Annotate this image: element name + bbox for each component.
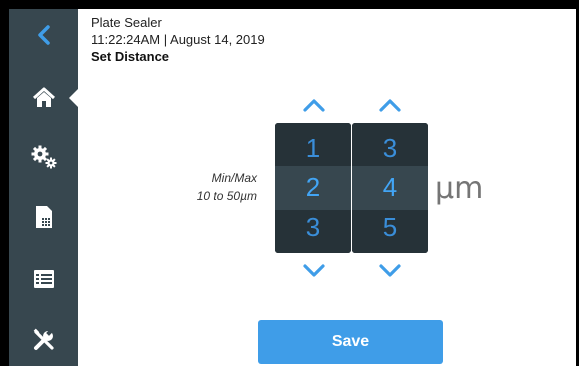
active-indicator (69, 89, 78, 107)
minmax-info: Min/Max 10 to 50µm (149, 169, 257, 205)
page-title: Set Distance (91, 49, 170, 64)
wheel2-current-digit: 4 (352, 166, 428, 210)
chevron-down-icon (379, 264, 401, 277)
chevron-up-icon (303, 99, 325, 112)
wheel2-down-button[interactable] (375, 261, 405, 281)
home-icon (32, 87, 55, 107)
datetime: 11:22:24AM | August 14, 2019 (91, 32, 265, 47)
digit-wheel-2[interactable]: 3 4 5 (352, 123, 428, 253)
sidebar-item-settings[interactable] (9, 135, 78, 179)
digit-wheel-1[interactable]: 1 2 3 (275, 123, 351, 253)
minmax-range: 10 to 50µm (196, 189, 257, 203)
wheel2-next-digit: 5 (352, 209, 428, 253)
sidebar-item-list[interactable] (9, 257, 78, 301)
sidebar-item-plate[interactable] (9, 195, 78, 239)
device-name: Plate Sealer (91, 15, 162, 30)
save-button[interactable]: Save (258, 320, 443, 364)
wheel2-up-button[interactable] (375, 95, 405, 115)
chevron-down-icon (303, 264, 325, 277)
wheel2-prev-digit: 3 (352, 123, 428, 167)
chevron-up-icon (379, 99, 401, 112)
wheel1-next-digit: 3 (275, 209, 351, 253)
sidebar (9, 9, 78, 366)
sidebar-item-tools[interactable] (9, 318, 78, 362)
minmax-label: Min/Max (211, 171, 257, 185)
tools-icon (33, 328, 54, 350)
plate-icon (35, 206, 52, 228)
sidebar-item-home[interactable] (9, 76, 78, 120)
back-button[interactable] (9, 13, 78, 57)
back-arrow-icon (37, 25, 50, 45)
settings-gears-icon (31, 145, 56, 169)
wheel1-up-button[interactable] (299, 95, 329, 115)
list-icon (33, 270, 54, 288)
wheel1-current-digit: 2 (275, 166, 351, 210)
unit-label: µm (435, 171, 484, 206)
wheel1-prev-digit: 1 (275, 123, 351, 167)
device-screen: Plate Sealer 11:22:24AM | August 14, 201… (9, 9, 576, 366)
wheel1-down-button[interactable] (299, 261, 329, 281)
page-header: Plate Sealer 11:22:24AM | August 14, 201… (91, 14, 265, 65)
